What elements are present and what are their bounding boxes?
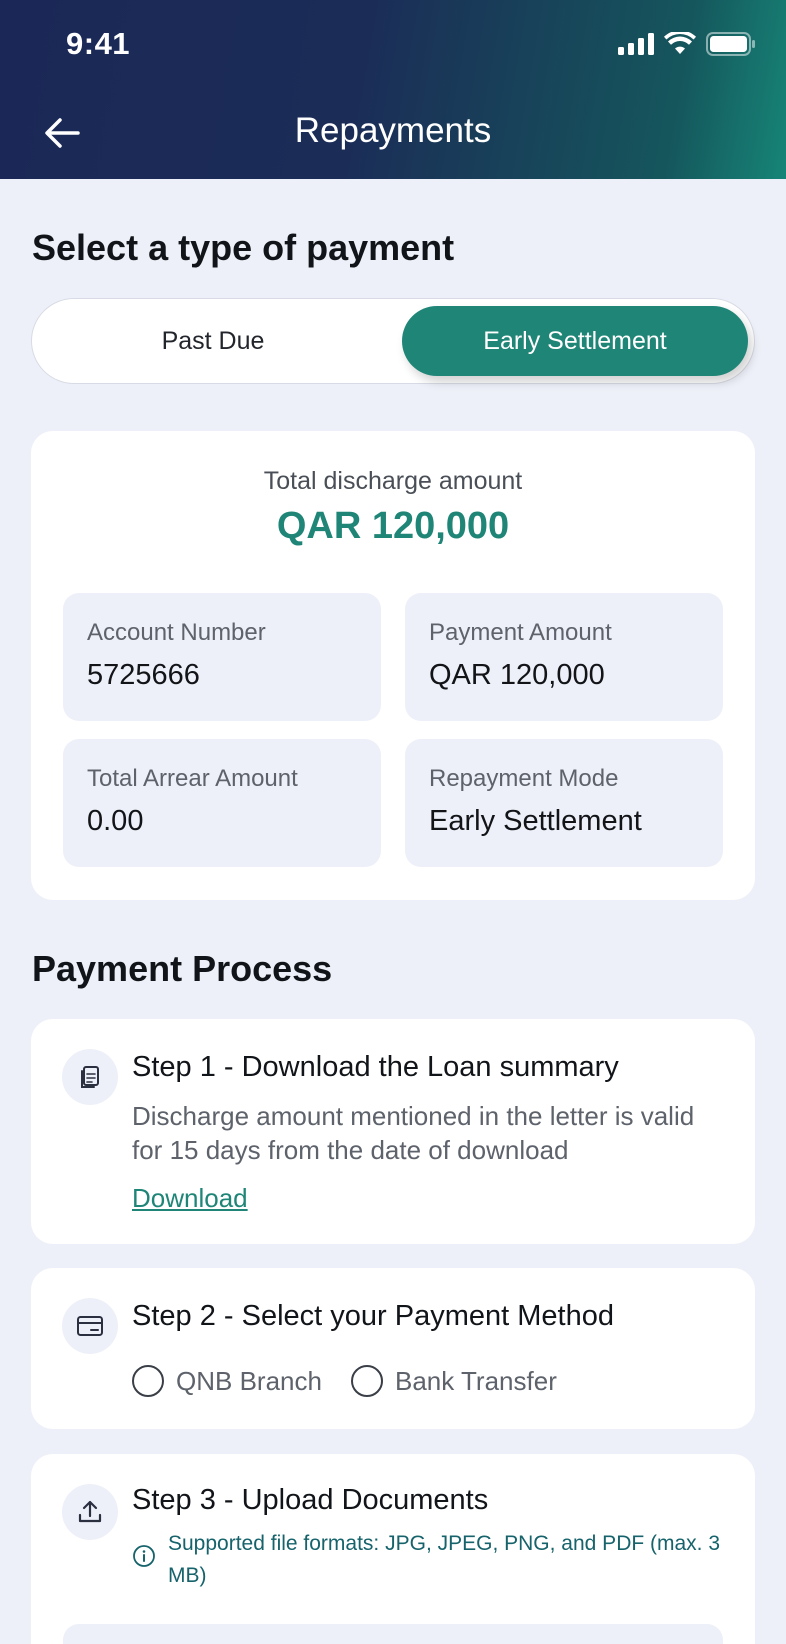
upload-dropzone[interactable] bbox=[63, 1624, 723, 1644]
step-3-icon-wrap bbox=[62, 1484, 118, 1540]
download-link[interactable]: Download bbox=[132, 1183, 248, 1214]
tile-label: Account Number bbox=[87, 619, 266, 646]
account-number-tile: Account Number 5725666 bbox=[63, 593, 381, 721]
info-icon bbox=[133, 1545, 155, 1567]
payment-amount-tile: Payment Amount QAR 120,000 bbox=[405, 593, 723, 721]
upload-icon bbox=[78, 1500, 102, 1523]
payment-type-heading: Select a type of payment bbox=[32, 227, 455, 268]
step-1-title: Step 1 - Download the Loan summary bbox=[132, 1051, 619, 1083]
total-discharge-label: Total discharge amount bbox=[263, 467, 523, 495]
tile-value: Early Settlement bbox=[429, 805, 642, 837]
step-2-card: Step 2 - Select your Payment Method QNB … bbox=[31, 1268, 755, 1429]
step-3-card: Step 3 - Upload Documents Supported file… bbox=[31, 1454, 755, 1644]
repayment-mode-tile: Repayment Mode Early Settlement bbox=[405, 739, 723, 867]
app-header: 9:41 Repayments bbox=[0, 0, 786, 179]
step-1-card: Step 1 - Download the Loan summary Disch… bbox=[31, 1019, 755, 1244]
radio-label: QNB Branch bbox=[176, 1365, 322, 1396]
card-icon bbox=[77, 1316, 103, 1336]
tile-value: 5725666 bbox=[87, 659, 200, 691]
step-2-icon-wrap bbox=[62, 1298, 118, 1354]
radio-qnb-branch[interactable]: QNB Branch bbox=[132, 1364, 322, 1398]
wifi-icon bbox=[664, 32, 696, 54]
step-3-title: Step 3 - Upload Documents bbox=[132, 1484, 489, 1516]
radio-bank-transfer[interactable]: Bank Transfer bbox=[351, 1364, 557, 1398]
page-title: Repayments bbox=[294, 111, 492, 150]
radio-button[interactable] bbox=[132, 1365, 164, 1397]
segment-past-due[interactable]: Past Due bbox=[40, 306, 386, 376]
total-discharge-amount: QAR 120,000 bbox=[276, 505, 510, 547]
battery-icon bbox=[706, 32, 755, 56]
step-2-title: Step 2 - Select your Payment Method bbox=[132, 1300, 614, 1332]
tile-label: Total Arrear Amount bbox=[87, 765, 298, 792]
radio-label: Bank Transfer bbox=[395, 1365, 557, 1396]
file-formats-text: Supported file formats: JPG, JPEG, PNG, … bbox=[168, 1532, 721, 1587]
radio-button[interactable] bbox=[351, 1365, 383, 1397]
tile-label: Repayment Mode bbox=[429, 765, 619, 792]
payment-process-heading: Payment Process bbox=[32, 948, 333, 989]
status-time: 9:41 bbox=[66, 26, 131, 61]
status-icons bbox=[618, 32, 756, 56]
tile-label: Payment Amount bbox=[429, 619, 612, 646]
cellular-signal-icon bbox=[618, 33, 654, 55]
step-1-icon-wrap bbox=[62, 1049, 118, 1105]
tile-value: 0.00 bbox=[87, 805, 144, 837]
total-arrear-tile: Total Arrear Amount 0.00 bbox=[63, 739, 381, 867]
file-formats-info: Supported file formats: JPG, JPEG, PNG, … bbox=[132, 1528, 732, 1592]
payment-type-segmented-control: Past Due Early Settlement bbox=[31, 298, 755, 384]
summary-card: Total discharge amount QAR 120,000 Accou… bbox=[31, 431, 755, 900]
segment-early-settlement[interactable]: Early Settlement bbox=[402, 306, 748, 376]
tile-value: QAR 120,000 bbox=[429, 659, 605, 691]
document-icon bbox=[81, 1066, 99, 1088]
step-1-description: Discharge amount mentioned in the letter… bbox=[132, 1101, 695, 1165]
